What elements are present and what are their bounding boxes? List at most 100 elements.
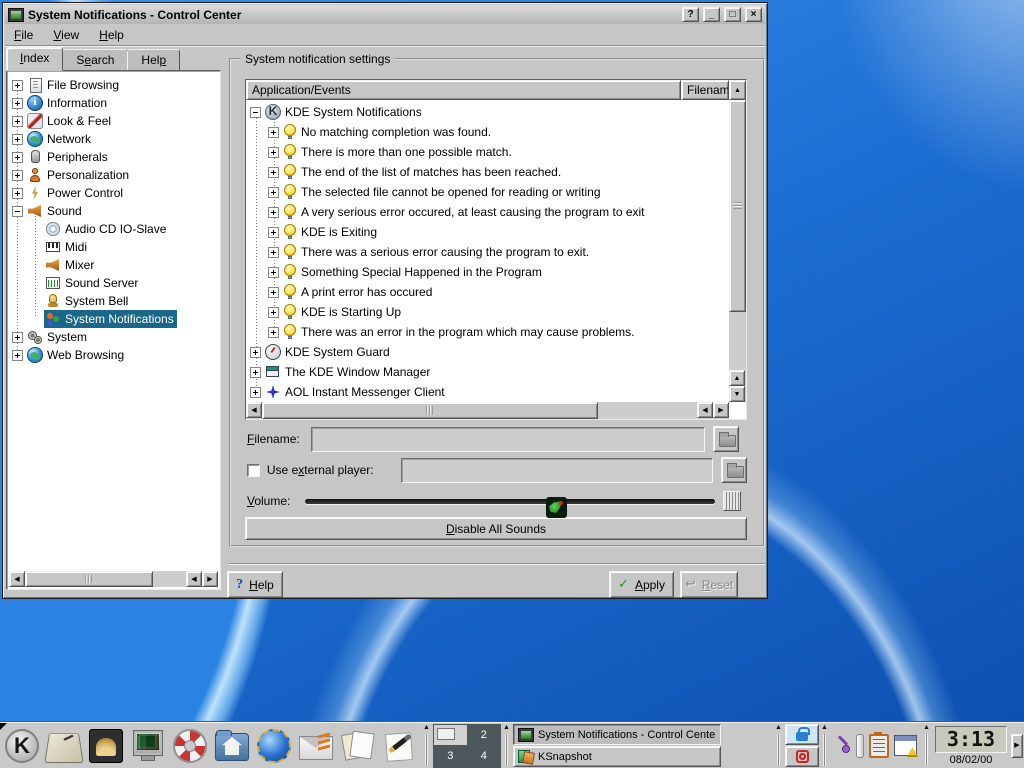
apply-button[interactable]: ✓ Apply: [609, 571, 674, 598]
tree-item[interactable]: Sound: [9, 202, 218, 220]
minimize-button[interactable]: _: [703, 7, 720, 22]
tree-item[interactable]: Mixer: [9, 256, 218, 274]
event-row[interactable]: There was a serious error causing the pr…: [247, 242, 729, 262]
tree-item[interactable]: File Browsing: [9, 76, 218, 94]
scroll-left-button[interactable]: [697, 402, 713, 418]
disable-all-sounds-button[interactable]: Disable All Sounds: [245, 517, 747, 540]
scroll-thumb[interactable]: [25, 571, 153, 587]
expander-icon[interactable]: [268, 267, 279, 278]
event-row[interactable]: A very serious error occured, at least c…: [247, 202, 729, 222]
scroll-right-button[interactable]: [202, 571, 218, 587]
expander-icon[interactable]: [268, 187, 279, 198]
clock-applet[interactable]: 3:13 08/02/00: [933, 726, 1009, 766]
expander-icon[interactable]: [268, 287, 279, 298]
pager-desktop[interactable]: [434, 725, 467, 746]
tree-item[interactable]: System Bell: [9, 292, 218, 310]
scroll-left-button[interactable]: [246, 402, 262, 418]
use-external-player-checkbox[interactable]: [247, 464, 260, 477]
expander-icon[interactable]: [12, 80, 23, 91]
event-row[interactable]: There was an error in the program which …: [247, 322, 729, 342]
scroll-thumb[interactable]: [262, 402, 598, 419]
folder-open-icon[interactable]: [713, 426, 739, 452]
external-player-input[interactable]: [401, 458, 713, 483]
menu-item[interactable]: File: [14, 28, 33, 42]
lock-screen-button[interactable]: [785, 724, 819, 745]
event-row[interactable]: The KDE Window Manager: [247, 362, 729, 382]
volume-slider-handle[interactable]: [723, 491, 741, 511]
tree-item[interactable]: System Notifications: [9, 310, 218, 328]
plug-icon[interactable]: [835, 737, 851, 755]
pager-desktop[interactable]: 4: [468, 746, 501, 767]
klipper-icon[interactable]: [869, 734, 889, 758]
desktop-launcher[interactable]: [43, 724, 85, 768]
scroll-thumb[interactable]: [729, 100, 746, 312]
scroll-right-button[interactable]: [713, 402, 729, 418]
tree-horizontal-scrollbar[interactable]: [9, 571, 218, 587]
event-row[interactable]: KDE System Guard: [247, 342, 729, 362]
konqueror-launcher[interactable]: [253, 724, 295, 768]
expander-icon[interactable]: [12, 98, 23, 109]
event-row[interactable]: No matching completion was found.: [247, 122, 729, 142]
applet-handle[interactable]: [503, 724, 511, 768]
panel-hide-button[interactable]: [1011, 734, 1023, 758]
expander-icon[interactable]: [268, 247, 279, 258]
expander-icon[interactable]: [250, 387, 261, 398]
expander-icon[interactable]: [268, 127, 279, 138]
pager-desktop[interactable]: 3: [434, 746, 467, 767]
sidebar-tab[interactable]: Help: [127, 49, 180, 71]
digital-clock[interactable]: 3:13: [935, 726, 1007, 753]
tree-item[interactable]: Sound Server: [9, 274, 218, 292]
expander-icon[interactable]: [268, 327, 279, 338]
event-row[interactable]: There is more than one possible match.: [247, 142, 729, 162]
konsole-launcher[interactable]: [85, 724, 127, 768]
tree-item[interactable]: Web Browsing: [9, 346, 218, 364]
expander-icon[interactable]: [268, 227, 279, 238]
expander-icon[interactable]: [268, 207, 279, 218]
tree-item[interactable]: Peripherals: [9, 148, 218, 166]
control-center-launcher[interactable]: [127, 724, 169, 768]
event-row[interactable]: The end of the list of matches has been …: [247, 162, 729, 182]
column-filename[interactable]: Filename: [681, 80, 729, 100]
applet-handle[interactable]: [775, 724, 783, 768]
kmenu-launcher[interactable]: [1, 724, 43, 768]
scroll-up-button[interactable]: [729, 80, 746, 100]
scroll-up-button[interactable]: [729, 370, 745, 386]
expander-icon[interactable]: [250, 347, 261, 358]
task-button[interactable]: System Notifications - Control Center: [513, 724, 721, 745]
event-row[interactable]: KDE is Exiting: [247, 222, 729, 242]
logout-button[interactable]: [785, 746, 819, 767]
expander-icon[interactable]: [12, 188, 23, 199]
folder-open-icon[interactable]: [721, 457, 747, 483]
task-button[interactable]: KSnapshot: [513, 746, 721, 767]
titlebar[interactable]: System Notifications - Control Center ? …: [5, 5, 765, 24]
tree-item[interactable]: Power Control: [9, 184, 218, 202]
scroll-left-button[interactable]: [9, 571, 25, 587]
menu-item[interactable]: View: [53, 28, 79, 42]
help-launcher[interactable]: [169, 724, 211, 768]
tree-item[interactable]: Information: [9, 94, 218, 112]
applet-handle[interactable]: [821, 724, 829, 768]
expander-icon[interactable]: [12, 206, 23, 217]
titlebar-help-button[interactable]: ?: [682, 7, 699, 22]
expander-icon[interactable]: [12, 152, 23, 163]
kmail-launcher[interactable]: [295, 724, 337, 768]
applet-handle[interactable]: [923, 724, 931, 768]
event-row[interactable]: KDE System Notifications: [247, 102, 729, 122]
event-row[interactable]: KDE is Starting Up: [247, 302, 729, 322]
expander-icon[interactable]: [268, 307, 279, 318]
tree-item[interactable]: Look & Feel: [9, 112, 218, 130]
editor-launcher[interactable]: [379, 724, 421, 768]
reset-button[interactable]: ↩ Reset: [680, 571, 738, 598]
tree-item[interactable]: Personalization: [9, 166, 218, 184]
sidebar-tab[interactable]: Search: [62, 49, 128, 71]
organizer-icon[interactable]: [894, 735, 917, 756]
vertical-scrollbar[interactable]: [729, 100, 746, 402]
event-row[interactable]: The selected file cannot be opened for r…: [247, 182, 729, 202]
menu-item[interactable]: Help: [99, 28, 124, 42]
expander-icon[interactable]: [268, 147, 279, 158]
volume-slider-track[interactable]: [305, 499, 715, 504]
close-button[interactable]: ×: [745, 7, 762, 22]
horizontal-scrollbar[interactable]: [246, 402, 729, 419]
scroll-left-button[interactable]: [186, 571, 202, 587]
pager-desktop[interactable]: 2: [468, 725, 501, 746]
